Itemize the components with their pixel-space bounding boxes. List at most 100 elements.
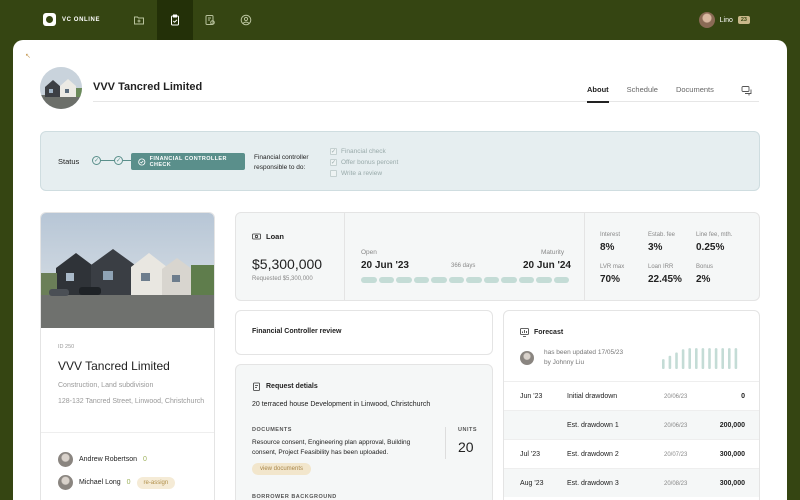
nav-clipboard-icon[interactable] <box>157 0 193 40</box>
forecast-date: 20/08/23 <box>664 481 688 487</box>
table-row[interactable]: Jun '23 Initial drawdown 20/06/23 0 <box>504 381 759 410</box>
sparkline-bar <box>675 352 678 369</box>
status-label: Status <box>58 157 80 166</box>
tab-schedule[interactable]: Schedule <box>627 85 658 103</box>
nav-user-circle-icon[interactable] <box>228 0 264 40</box>
loan-requested: Requested $5,300,000 <box>252 276 313 282</box>
sparkline-bar <box>721 348 724 369</box>
current-step-button[interactable]: FINANCIAL CONTROLLER CHECK <box>131 153 245 170</box>
table-row[interactable]: Est. drawdown 1 20/06/23 200,000 <box>504 410 759 439</box>
timeline-segment <box>483 277 499 283</box>
divider <box>584 213 585 301</box>
responsible-line-1: Financial controller <box>254 154 309 161</box>
checklist-label: Financial check <box>341 148 386 155</box>
forecast-label: Initial drawdown <box>567 393 618 400</box>
tab-about[interactable]: About <box>587 85 609 103</box>
brand-logo <box>43 13 56 26</box>
notification-badge: 23 <box>737 16 750 24</box>
nav-folder-icon[interactable] <box>121 0 157 40</box>
sparkline-bar <box>688 348 691 369</box>
forecast-month: Aug '23 <box>520 480 544 487</box>
sparkline-bar <box>708 348 711 369</box>
timeline-segment <box>361 277 377 283</box>
metric-line-fee: Line fee, mth. 0.25% <box>696 232 733 253</box>
checklist-item[interactable]: Write a review <box>330 168 398 179</box>
page-title: VVV Tancred Limited <box>93 81 203 93</box>
responsible-text: Financial controller responsible to do: <box>254 153 309 173</box>
timeline-segment <box>501 277 517 283</box>
contact-count: 0 <box>142 456 147 463</box>
user-avatar <box>698 12 715 28</box>
checklist-label: Offer bonus percent <box>341 159 399 166</box>
tab-documents[interactable]: Documents <box>676 85 714 103</box>
back-arrow-icon[interactable]: ↖ <box>25 52 31 60</box>
forecast-date: 20/06/23 <box>664 423 688 429</box>
money-icon <box>252 233 261 240</box>
checklist-item[interactable]: ✓ Financial check <box>330 146 398 157</box>
contact-row[interactable]: Michael Long 0 re-assign <box>58 475 176 490</box>
timeline-segment <box>431 277 447 283</box>
sparkline-bar <box>734 348 738 369</box>
forecast-title-text: Forecast <box>534 329 564 336</box>
metric-estab-fee: Estab. fee 3% <box>648 232 676 253</box>
forecast-table: Jun '23 Initial drawdown 20/06/23 0 Est. dra… <box>504 381 759 497</box>
timeline-segment <box>448 277 464 283</box>
metric-bonus: Bonus 2% <box>696 264 714 285</box>
property-id: ID 250 <box>58 344 75 350</box>
timeline-segment <box>396 277 412 283</box>
check-circle-icon <box>138 157 146 166</box>
checklist-item[interactable]: ✓ Offer bonus percent <box>330 157 398 168</box>
timeline-segment <box>553 277 569 283</box>
reassign-button[interactable]: re-assign <box>136 476 176 489</box>
forecast-updated: has been updated 17/05/23 by Johnny Liu <box>544 348 623 368</box>
forecast-amount: 200,000 <box>719 422 745 429</box>
metric-interest: Interest 8% <box>600 232 621 253</box>
sparkline-bar <box>728 348 731 369</box>
documents-text: Resource consent, Engineering plan appro… <box>252 439 411 456</box>
checkbox-checked[interactable]: ✓ <box>330 148 337 155</box>
request-title: Request detials <box>252 382 318 391</box>
forecast-date: 20/07/23 <box>664 452 688 458</box>
contact-name: Michael Long <box>79 479 121 486</box>
units-label: UNITS <box>458 427 477 433</box>
forecast-amount: 0 <box>741 393 745 400</box>
view-documents-button[interactable]: view documents <box>252 463 312 475</box>
responsible-line-2: responsible to do: <box>254 164 306 171</box>
checkbox-unchecked[interactable] <box>330 170 337 177</box>
request-description: 20 terraced house Development in Linwood… <box>252 401 431 408</box>
current-step-label: FINANCIAL CONTROLLER CHECK <box>149 155 227 168</box>
company-avatar <box>40 67 82 109</box>
clipboard-icon <box>253 382 260 391</box>
sparkline-bar <box>701 348 705 369</box>
maturity-date: 20 Jun '24 <box>523 260 571 271</box>
forecast-amount: 300,000 <box>719 480 745 487</box>
table-row[interactable]: Aug '23 Est. drawdown 3 20/08/23 300,000 <box>504 468 759 497</box>
user-name: Lino <box>719 16 733 24</box>
units-value: 20 <box>458 439 474 455</box>
property-card: ID 250 VVV Tancred Limited Construction,… <box>40 212 215 500</box>
nav-report-icon[interactable] <box>192 0 228 40</box>
request-panel: Request detials 20 terraced house Develo… <box>235 364 493 500</box>
maturity-label: Maturity <box>541 249 565 256</box>
request-title-text: Request detials <box>266 383 318 390</box>
sparkline-bar <box>681 349 685 369</box>
timeline-segment <box>413 277 429 283</box>
checklist: ✓ Financial check ✓ Offer bonus percent Wr… <box>330 146 398 179</box>
review-panel[interactable]: Financial Controller review <box>235 310 493 355</box>
chart-icon <box>520 328 529 337</box>
sparkline-bar <box>714 348 718 369</box>
chat-icon[interactable] <box>741 84 753 102</box>
review-title: Financial Controller review <box>252 328 342 335</box>
forecast-date: 20/06/23 <box>664 394 688 400</box>
sparkline-bar <box>662 359 665 369</box>
contact-row[interactable]: Andrew Robertson 0 <box>58 452 147 467</box>
forecast-panel: Forecast has been updated 17/05/23 by Jo… <box>503 310 760 500</box>
term-days: 366 days <box>451 263 476 269</box>
user-menu[interactable]: Lino 23 <box>698 12 750 28</box>
timeline-segment <box>518 277 534 283</box>
forecast-month: Jul '23 <box>520 451 541 458</box>
table-row[interactable]: Jul '23 Est. drawdown 2 20/07/23 300,000 <box>504 439 759 468</box>
brand[interactable]: VC ONLINE <box>43 13 100 26</box>
checkbox-checked[interactable]: ✓ <box>330 159 337 166</box>
divider <box>445 427 446 459</box>
